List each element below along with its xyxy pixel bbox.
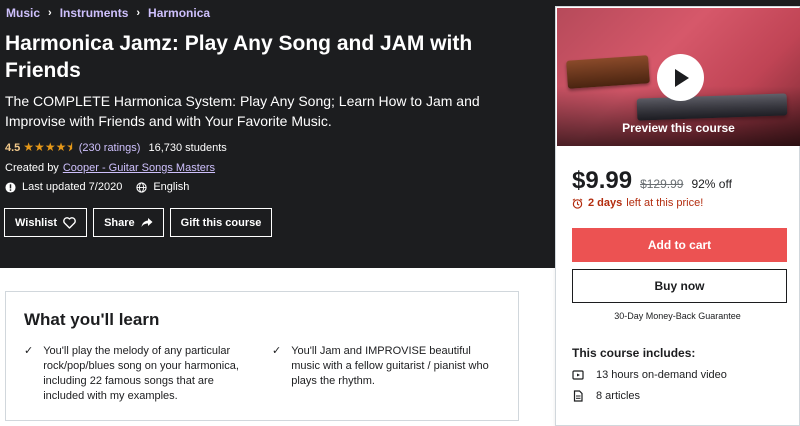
action-buttons: Wishlist Share Gift this course (4, 208, 273, 237)
buy-now-button[interactable]: Buy now (572, 269, 787, 303)
learn-item: ✓ You'll Jam and IMPROVISE beautiful mus… (272, 344, 497, 389)
includes-item-text: 8 articles (596, 390, 641, 402)
learn-item-text: You'll play the melody of any particular… (43, 345, 239, 402)
timer-text: left at this price! (626, 197, 704, 209)
course-title: Harmonica Jamz: Play Any Song and JAM wi… (5, 32, 473, 82)
share-arrow-icon (141, 218, 153, 227)
wishlist-button[interactable]: Wishlist (4, 208, 88, 237)
ratings-count-link[interactable]: (230 ratings) (79, 142, 141, 154)
original-price: $129.99 (640, 177, 684, 191)
purchase-card: Preview this course $9.99 $129.99 92% of… (555, 6, 800, 426)
includes-title: This course includes: (572, 346, 696, 360)
course-preview[interactable]: Preview this course (557, 8, 800, 146)
money-back-guarantee: 30-Day Money-Back Guarantee (614, 311, 741, 321)
gift-label: Gift this course (180, 216, 262, 229)
course-subtitle: The COMPLETE Harmonica System: Play Any … (5, 93, 480, 129)
play-icon (674, 68, 689, 87)
star-rating-icon: ★★★★⯨ (23, 139, 73, 154)
sale-timer: 2 days left at this price! (572, 197, 703, 209)
includes-item: 8 articles (572, 390, 640, 402)
alert-badge-icon (5, 181, 16, 193)
add-to-cart-button[interactable]: Add to cart (572, 228, 787, 262)
article-icon (573, 390, 583, 402)
check-icon: ✓ (272, 345, 282, 357)
breadcrumb-harmonica[interactable]: Harmonica (148, 6, 210, 20)
video-icon (572, 370, 584, 380)
rating-row: 4.5 ★★★★⯨ (230 ratings) 16,730 students (5, 140, 227, 156)
includes-item-text: 13 hours on-demand video (596, 369, 727, 381)
chevron-right-icon: › (48, 7, 52, 19)
learn-item: ✓ You'll play the melody of any particul… (24, 344, 249, 404)
last-updated: Last updated 7/2020 (22, 181, 123, 193)
alarm-clock-icon (572, 197, 583, 209)
wishlist-label: Wishlist (15, 216, 58, 229)
harmonica-image (566, 55, 650, 89)
share-label: Share (104, 216, 135, 229)
timer-days: 2 days (588, 197, 623, 209)
share-button[interactable]: Share (93, 208, 164, 237)
learn-title: What you'll learn (24, 310, 160, 329)
rating-value: 4.5 (5, 142, 21, 154)
price-row: $9.99 $129.99 92% off (572, 167, 732, 195)
current-price: $9.99 (572, 167, 633, 194)
preview-label: Preview this course (622, 121, 735, 135)
breadcrumb-instruments[interactable]: Instruments (60, 6, 129, 20)
breadcrumb-music[interactable]: Music (6, 6, 40, 20)
play-button[interactable] (657, 54, 704, 101)
students-count: 16,730 students (148, 142, 227, 154)
discount-percent: 92% off (691, 177, 732, 191)
check-icon: ✓ (24, 345, 34, 357)
what-you-will-learn: What you'll learn ✓ You'll play the melo… (5, 291, 519, 421)
breadcrumb: Music › Instruments › Harmonica (6, 5, 210, 21)
course-language: English (153, 181, 190, 193)
gift-course-button[interactable]: Gift this course (169, 208, 273, 237)
meta-row: Last updated 7/2020 English (5, 180, 189, 194)
created-by-label: Created by (5, 162, 59, 174)
chevron-right-icon: › (136, 7, 141, 19)
created-by-row: Created by Cooper - Guitar Songs Masters (5, 161, 215, 175)
globe-icon (136, 181, 147, 193)
learn-item-text: You'll Jam and IMPROVISE beautiful music… (291, 345, 489, 387)
heart-icon (63, 216, 76, 229)
author-link[interactable]: Cooper - Guitar Songs Masters (63, 162, 215, 174)
includes-item: 13 hours on-demand video (572, 369, 727, 381)
